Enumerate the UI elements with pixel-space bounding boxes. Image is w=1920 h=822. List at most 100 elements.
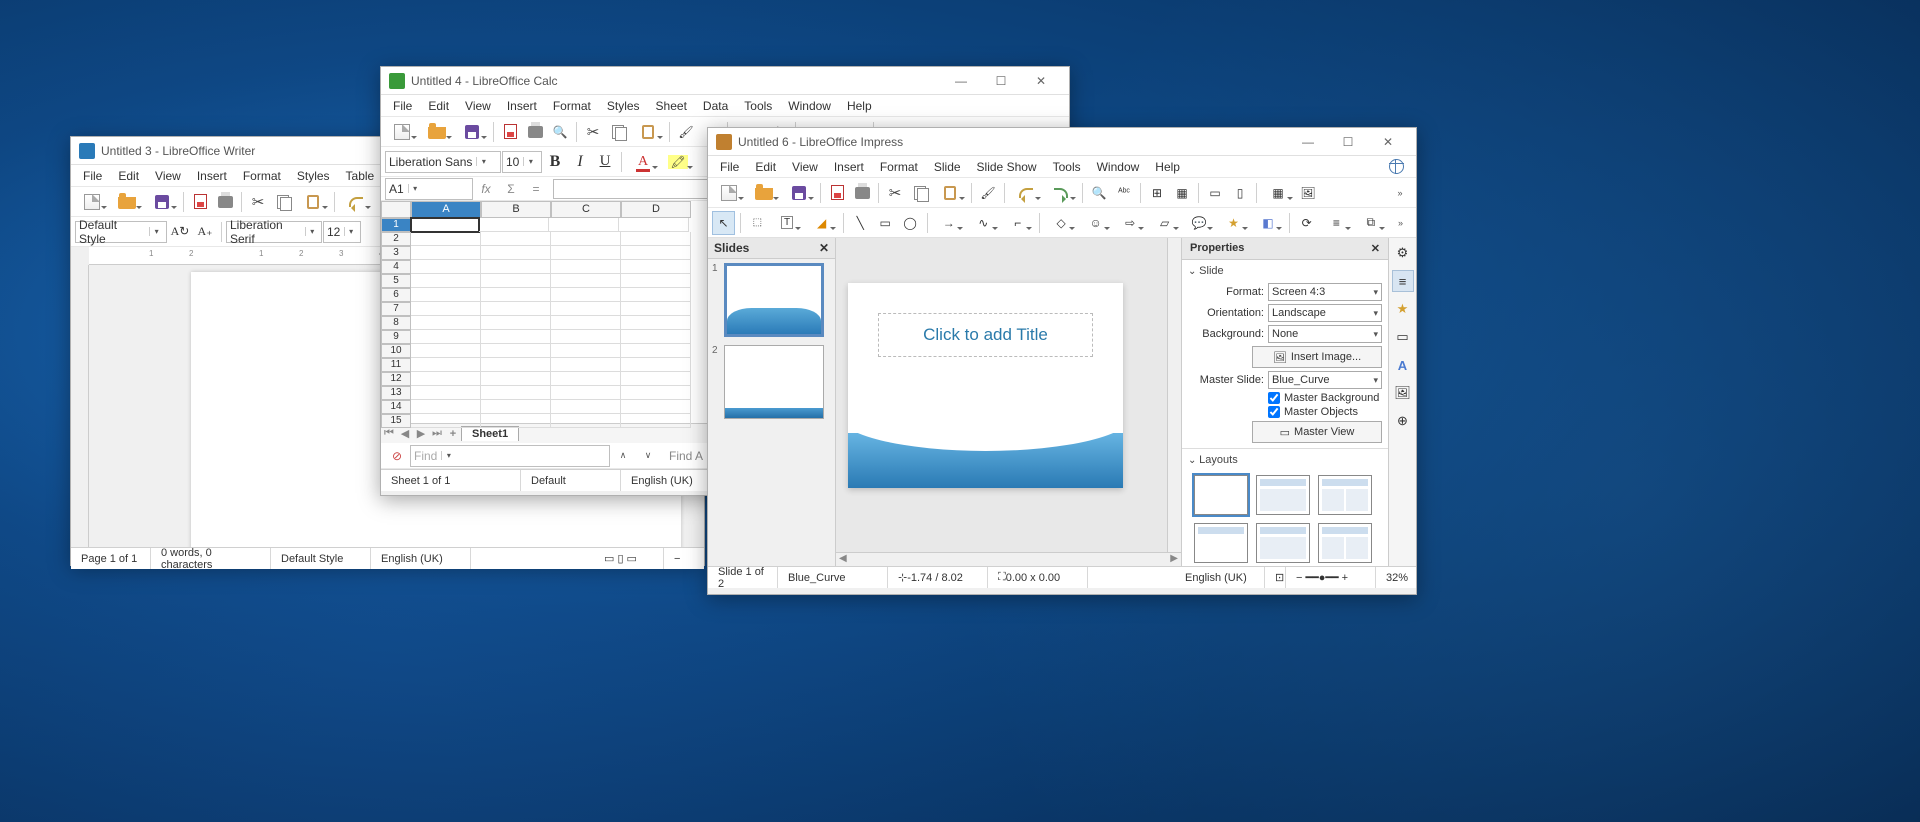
row-header-15[interactable]: 15 — [381, 414, 411, 428]
rotate-tool[interactable]: ⟳ — [1295, 211, 1318, 235]
horizontal-scrollbar[interactable]: ◀▶ — [836, 552, 1181, 566]
align-tool[interactable]: ≡ — [1320, 211, 1352, 235]
curve-tool[interactable]: ∿ — [967, 211, 999, 235]
export-pdf-button[interactable] — [188, 190, 212, 214]
print-button[interactable] — [850, 181, 874, 205]
layouts-section-header[interactable]: Layouts — [1188, 451, 1382, 469]
drawbar-overflow[interactable]: » — [1389, 211, 1412, 235]
cell[interactable] — [551, 372, 621, 386]
row-header-6[interactable]: 6 — [381, 288, 411, 302]
menu-sheet[interactable]: Sheet — [648, 97, 695, 115]
col-header-b[interactable]: B — [481, 201, 551, 218]
select-all-corner[interactable] — [381, 201, 411, 218]
menu-view[interactable]: View — [784, 158, 826, 176]
menu-window[interactable]: Window — [780, 97, 839, 115]
status-lang[interactable]: English (UK) — [371, 548, 471, 569]
underline-button[interactable]: U — [593, 150, 617, 174]
cell[interactable] — [621, 316, 691, 330]
cell[interactable] — [411, 358, 481, 372]
master-objects-checkbox[interactable]: Master Objects — [1268, 406, 1382, 418]
minimize-button[interactable]: — — [941, 68, 981, 94]
spellcheck-button[interactable]: ᴬᵇᶜ — [1112, 181, 1136, 205]
properties-tab[interactable]: ≡ — [1392, 270, 1414, 292]
menu-edit[interactable]: Edit — [747, 158, 784, 176]
menu-file[interactable]: File — [712, 158, 747, 176]
title-placeholder[interactable]: Click to add Title — [878, 313, 1093, 357]
save-button[interactable] — [782, 181, 816, 205]
row-header-14[interactable]: 14 — [381, 400, 411, 414]
bold-button[interactable]: B — [543, 150, 567, 174]
minimize-button[interactable]: — — [1288, 129, 1328, 155]
sheet-tab[interactable]: Sheet1 — [461, 426, 519, 441]
formula-button[interactable]: = — [524, 177, 548, 201]
find-all-label[interactable]: Find A — [669, 449, 703, 463]
highlight-button[interactable]: 🖍 — [661, 150, 695, 174]
save-button[interactable] — [455, 120, 489, 144]
export-pdf-button[interactable] — [825, 181, 849, 205]
status-coord2[interactable]: ⛶ 0.00 x 0.00 — [988, 567, 1088, 588]
display-views-button[interactable]: ▦ — [1170, 181, 1194, 205]
slide-transition-tab[interactable]: ★ — [1392, 298, 1414, 320]
cell-reference-box[interactable]: A1▾ — [385, 178, 473, 200]
paragraph-style-combo[interactable]: Default Style▾ — [75, 221, 167, 243]
arrange-tool[interactable]: ⧉ — [1355, 211, 1387, 235]
open-button[interactable] — [110, 190, 144, 214]
close-button[interactable]: ✕ — [1368, 129, 1408, 155]
cell[interactable] — [621, 344, 691, 358]
cell[interactable] — [411, 260, 481, 274]
cut-button[interactable]: ✂ — [246, 190, 270, 214]
insert-image-button[interactable]: 🖼Insert Image... — [1252, 346, 1382, 368]
update-style-button[interactable]: A↻ — [168, 220, 192, 244]
cell[interactable] — [481, 414, 551, 428]
row-header-3[interactable]: 3 — [381, 246, 411, 260]
cell[interactable] — [621, 372, 691, 386]
menu-styles[interactable]: Styles — [289, 167, 338, 185]
new-style-button[interactable]: A₊ — [193, 220, 217, 244]
col-header-d[interactable]: D — [621, 201, 691, 218]
cell[interactable] — [551, 260, 621, 274]
next-sheet-button[interactable]: ▶ — [413, 427, 429, 440]
cell[interactable] — [410, 217, 480, 233]
layout-two-col[interactable] — [1318, 523, 1372, 563]
row-header-7[interactable]: 7 — [381, 302, 411, 316]
add-sheet-button[interactable]: + — [445, 428, 461, 440]
copy-button[interactable] — [908, 181, 932, 205]
cell[interactable] — [481, 260, 551, 274]
row-header-1[interactable]: 1 — [381, 218, 411, 232]
cell[interactable] — [411, 330, 481, 344]
vertical-scrollbar[interactable] — [1167, 238, 1181, 552]
col-header-c[interactable]: C — [551, 201, 621, 218]
menu-view[interactable]: View — [147, 167, 189, 185]
format-select[interactable]: Screen 4:3▾ — [1268, 283, 1382, 301]
cell[interactable] — [619, 218, 689, 232]
clone-format-button[interactable]: 🖌 — [674, 120, 698, 144]
row-header-13[interactable]: 13 — [381, 386, 411, 400]
print-preview-button[interactable]: 🔍 — [548, 120, 572, 144]
slide-section-header[interactable]: Slide — [1188, 262, 1382, 280]
maximize-button[interactable]: ☐ — [981, 68, 1021, 94]
slide-thumbnail-1[interactable] — [724, 263, 824, 337]
slide-thumbnail-2[interactable] — [724, 345, 824, 419]
callouts-tool[interactable]: 💬 — [1183, 211, 1215, 235]
font-size-combo[interactable]: 12▾ — [323, 221, 361, 243]
new-button[interactable] — [712, 181, 746, 205]
menu-slideshow[interactable]: Slide Show — [969, 158, 1045, 176]
menu-file[interactable]: File — [75, 167, 110, 185]
cell[interactable] — [481, 400, 551, 414]
function-wizard-button[interactable]: fx — [474, 177, 498, 201]
menu-insert[interactable]: Insert — [826, 158, 872, 176]
row-header-8[interactable]: 8 — [381, 316, 411, 330]
menu-insert[interactable]: Insert — [499, 97, 545, 115]
cell[interactable] — [411, 386, 481, 400]
vertical-ruler[interactable] — [71, 265, 89, 547]
stars-tool[interactable]: ★ — [1217, 211, 1249, 235]
cell[interactable] — [621, 232, 691, 246]
status-view-icons[interactable]: ▭ ▯ ▭ — [594, 548, 664, 569]
start-current-button[interactable]: ▯ — [1228, 181, 1252, 205]
cell[interactable] — [551, 330, 621, 344]
animation-tab[interactable]: ▭ — [1392, 326, 1414, 348]
status-coord1[interactable]: ⊹ -1.74 / 8.02 — [888, 567, 988, 588]
3d-tool[interactable]: ◧ — [1252, 211, 1284, 235]
textbox-tool[interactable]: T — [771, 211, 803, 235]
font-size-combo[interactable]: 10▾ — [502, 151, 542, 173]
